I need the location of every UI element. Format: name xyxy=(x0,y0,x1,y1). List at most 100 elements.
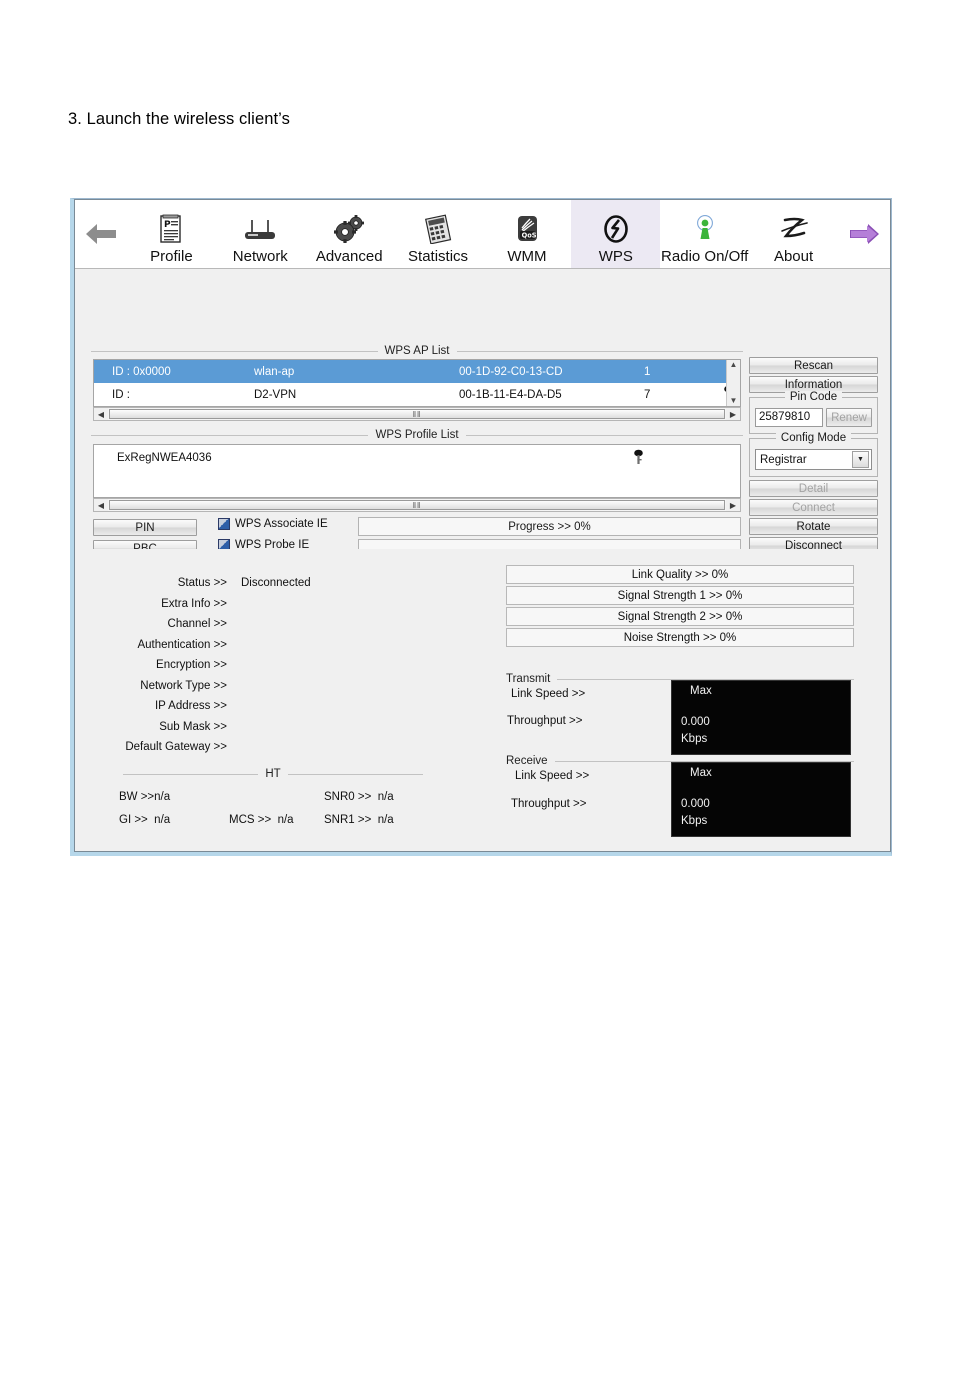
pin-code-group: Pin Code 25879810 Renew xyxy=(749,391,878,434)
ap-mac: 00-1B-11-E4-DA-D5 xyxy=(459,388,562,401)
pin-button[interactable]: PIN xyxy=(93,519,197,536)
transmit-throughput-label: Throughput >> xyxy=(507,715,583,727)
receive-title: Receive xyxy=(506,755,548,767)
ht-title: HT xyxy=(265,768,281,780)
page-root: 3. Launch the wireless client’s P Profil… xyxy=(0,0,954,1390)
signal-strength-1-meter: Signal Strength 1 >> 0% xyxy=(506,586,854,605)
status-label: Channel >> xyxy=(167,618,227,631)
ht-grid: BW >>n/a SNR0 >> n/a GI >> n/a MCS >> n/… xyxy=(119,785,449,831)
tab-wmm-label: WMM xyxy=(507,248,547,265)
tab-profile-label: Profile xyxy=(150,248,193,265)
status-value: Disconnected xyxy=(241,577,311,590)
wireless-utility-window: P Profile Network Advanced Statistics Qo… xyxy=(70,198,892,856)
status-row: Authentication >> xyxy=(75,635,395,656)
tab-profile[interactable]: P Profile xyxy=(127,200,216,268)
status-label: IP Address >> xyxy=(154,700,227,713)
scroll-left-icon[interactable]: ◀ xyxy=(94,408,108,420)
tab-statistics-label: Statistics xyxy=(408,248,469,265)
tab-network[interactable]: Network xyxy=(216,200,305,268)
transmit-throughput-monitor: Max 0.000 Kbps xyxy=(671,680,851,755)
ap-ssid: D2-VPN xyxy=(254,388,297,401)
config-mode-legend: Config Mode xyxy=(750,432,877,444)
wps-ap-list[interactable]: ID : 0x0000 wlan-ap 00-1D-92-C0-13-CD 1 … xyxy=(93,359,741,407)
wps-associate-ie-checkbox[interactable]: WPS Associate IE xyxy=(218,518,328,530)
back-arrow-icon[interactable] xyxy=(75,200,127,268)
tab-radio-on-off[interactable]: Radio On/Off xyxy=(660,200,749,268)
page-title: 3. Launch the wireless client’s xyxy=(68,110,290,128)
tab-statistics[interactable]: Statistics xyxy=(394,200,483,268)
scroll-left-icon[interactable]: ◀ xyxy=(94,499,108,511)
receive-throughput-unit: Kbps xyxy=(681,815,708,827)
renew-button[interactable]: Renew xyxy=(826,408,872,427)
receive-throughput-monitor: Max 0.000 Kbps xyxy=(671,762,851,837)
status-row: Default Gateway >> xyxy=(75,737,395,758)
router-icon xyxy=(240,211,280,247)
transmit-max-label: Max xyxy=(690,685,712,697)
mcs-value: n/a xyxy=(277,813,294,826)
bw-label: BW >> xyxy=(119,790,155,803)
pin-code-legend: Pin Code xyxy=(750,391,877,403)
noise-strength-meter: Noise Strength >> 0% xyxy=(506,628,854,647)
ap-list-vertical-scrollbar[interactable]: ▲ ▼ xyxy=(726,360,740,406)
scroll-track[interactable]: ‖‖ xyxy=(108,499,726,511)
scroll-right-icon[interactable]: ▶ xyxy=(726,499,740,511)
ap-list-horizontal-scrollbar[interactable]: ◀ ‖‖ ▶ xyxy=(93,407,741,421)
profile-list-horizontal-scrollbar[interactable]: ◀ ‖‖ ▶ xyxy=(93,498,741,512)
progress-bar: Progress >> 0% xyxy=(358,517,741,536)
snr1-label: SNR1 >> xyxy=(324,813,372,826)
scroll-thumb[interactable]: ‖‖ xyxy=(109,409,725,419)
scroll-track[interactable]: ‖‖ xyxy=(108,408,726,420)
status-label: Network Type >> xyxy=(140,679,227,692)
tab-about-label: About xyxy=(773,248,814,265)
connect-button[interactable]: Connect xyxy=(749,499,878,516)
wps-ap-list-caption: WPS AP List xyxy=(91,345,744,357)
wps-profile-list[interactable]: ExRegNWEA4036 xyxy=(93,444,741,498)
detail-button[interactable]: Detail xyxy=(749,480,878,497)
forward-arrow-icon[interactable] xyxy=(838,200,890,268)
snr1-value: n/a xyxy=(377,813,394,826)
gi-value: n/a xyxy=(154,813,171,826)
wps-panel: WPS AP List ID : 0x0000 wlan-ap 00-1D-92… xyxy=(75,269,890,617)
tab-wps[interactable]: WPS xyxy=(571,200,661,268)
status-row: Extra Info >> xyxy=(75,594,395,615)
rotate-button[interactable]: Rotate xyxy=(749,518,878,535)
checkbox-checked-icon xyxy=(218,518,230,530)
tab-wps-label: WPS xyxy=(598,248,633,265)
link-quality-meter: Link Quality >> 0% xyxy=(506,565,854,584)
list-item[interactable]: ExRegNWEA4036 xyxy=(94,445,740,471)
tab-advanced[interactable]: Advanced xyxy=(305,200,394,268)
scroll-right-icon[interactable]: ▶ xyxy=(726,408,740,420)
wps-profile-list-title: WPS Profile List xyxy=(375,429,459,441)
tab-wmm[interactable]: QoS WMM xyxy=(483,200,572,268)
config-mode-group: Config Mode Registrar ▼ xyxy=(749,432,878,477)
config-mode-select[interactable]: Registrar ▼ xyxy=(755,449,872,470)
scroll-down-icon[interactable]: ▼ xyxy=(730,396,738,406)
status-row: Sub Mask >> xyxy=(75,717,395,738)
status-label: Encryption >> xyxy=(156,659,227,672)
receive-throughput-value: 0.000 xyxy=(681,798,710,810)
key-icon xyxy=(633,449,644,468)
svg-text:P: P xyxy=(164,220,171,230)
status-row: Channel >> xyxy=(75,614,395,635)
chevron-down-icon[interactable]: ▼ xyxy=(852,451,869,468)
scroll-up-icon[interactable]: ▲ xyxy=(730,360,738,370)
rescan-button[interactable]: Rescan xyxy=(749,357,878,374)
tab-about[interactable]: About xyxy=(749,200,838,268)
radio-antenna-icon xyxy=(692,211,718,247)
transmit-throughput-unit: Kbps xyxy=(681,733,708,745)
table-row[interactable]: ID : D2-VPN 00-1B-11-E4-DA-D5 7 xyxy=(94,383,740,406)
snr0-label: SNR0 >> xyxy=(324,790,372,803)
snr0-value: n/a xyxy=(377,790,394,803)
ap-id: ID : xyxy=(112,388,130,401)
wps-profile-list-caption: WPS Profile List xyxy=(91,429,744,441)
pin-code-input[interactable]: 25879810 xyxy=(755,408,823,427)
config-mode-value: Registrar xyxy=(760,453,807,466)
wps-icon xyxy=(601,211,631,247)
receive-throughput-label: Throughput >> xyxy=(511,798,587,810)
scroll-thumb[interactable]: ‖‖ xyxy=(109,500,725,510)
gi-label: GI >> xyxy=(119,813,148,826)
tab-advanced-label: Advanced xyxy=(315,248,383,265)
svg-text:QoS: QoS xyxy=(522,232,537,240)
table-row[interactable]: ID : 0x0000 wlan-ap 00-1D-92-C0-13-CD 1 xyxy=(94,360,740,383)
status-label: Status >> xyxy=(177,577,227,590)
